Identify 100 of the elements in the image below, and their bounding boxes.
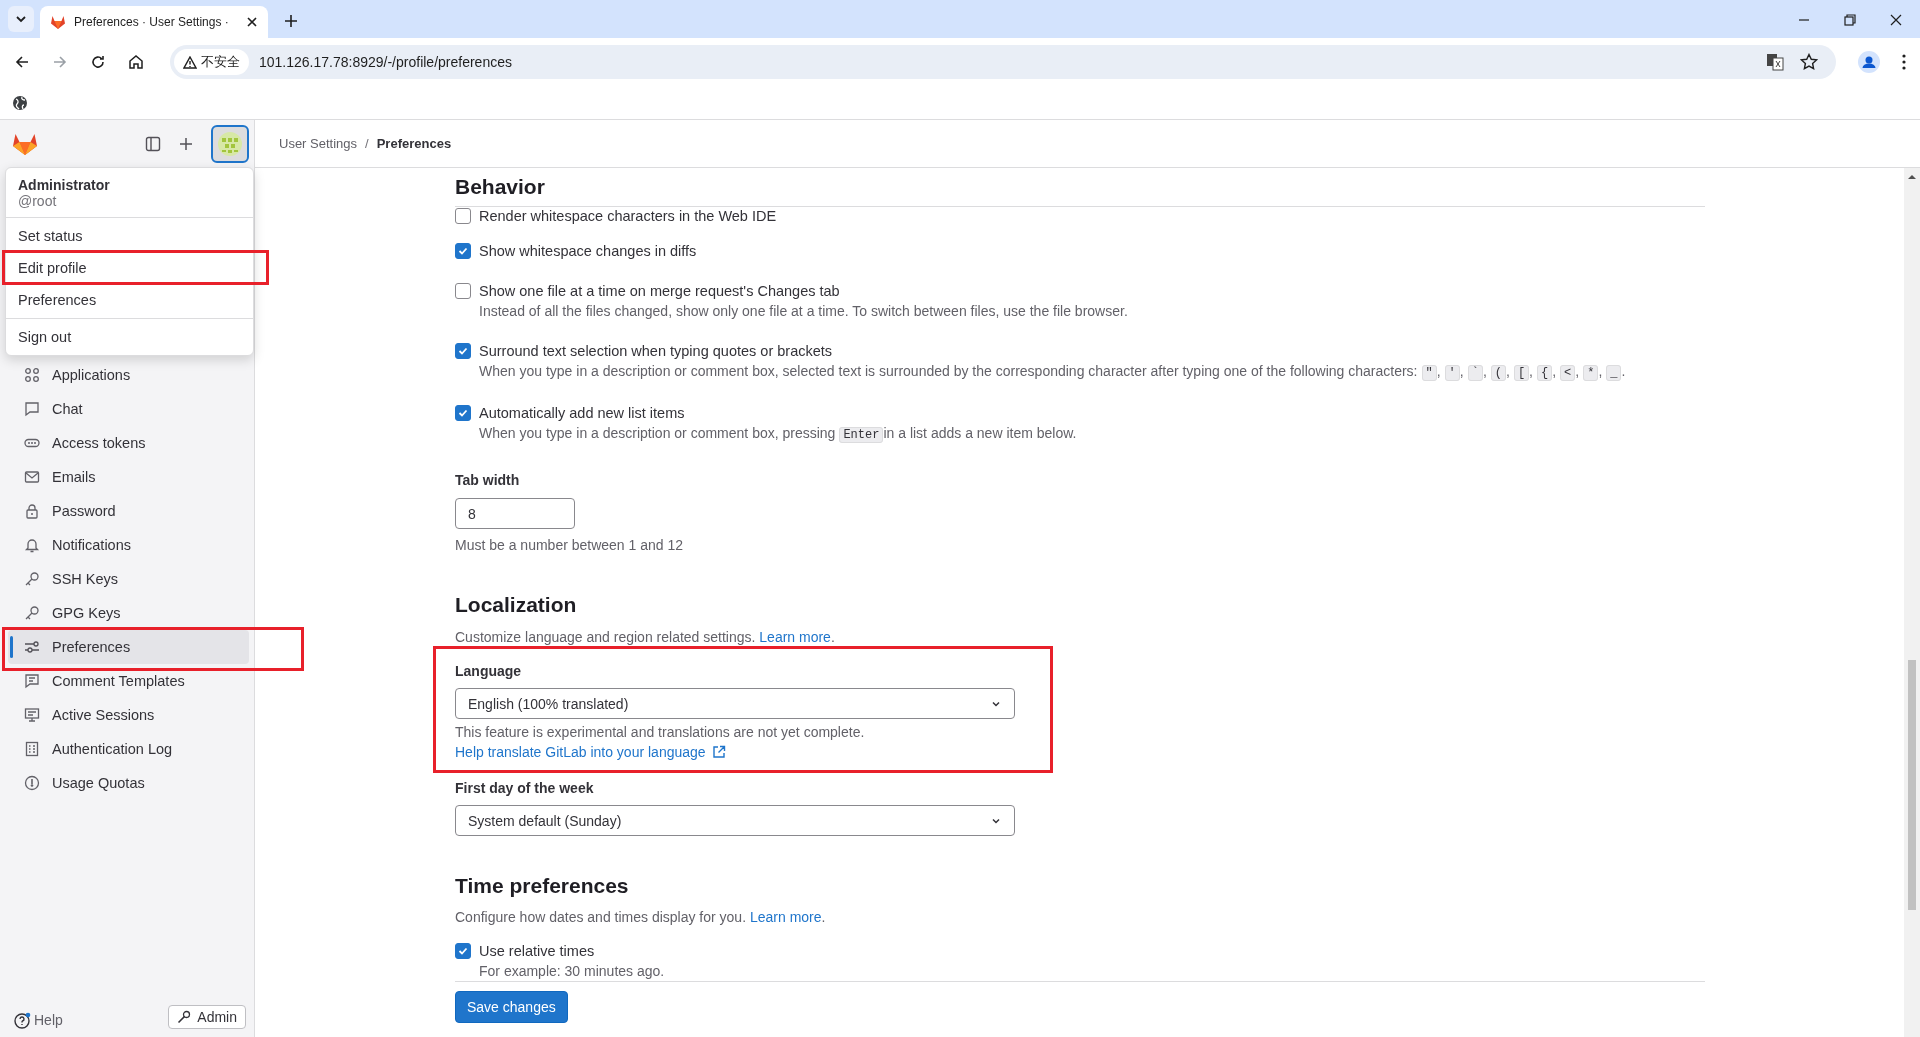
plus-icon[interactable] [179, 137, 193, 151]
code-snippet: [ [1513, 365, 1530, 381]
admin-button[interactable]: Admin [168, 1005, 246, 1029]
translate-link[interactable]: Help translate GitLab into your language [455, 742, 726, 762]
tab-search-button[interactable] [8, 6, 34, 32]
fox-logo-icon[interactable] [12, 132, 38, 156]
checkbox-label: Render whitespace characters in the Web IDE [479, 208, 777, 224]
sidebar-item[interactable]: Comment Templates [8, 664, 249, 698]
code-snippet: * [1583, 365, 1599, 381]
scrollbar-thumb[interactable] [1908, 660, 1916, 910]
code-snippet: { [1537, 365, 1553, 381]
learn-more-link[interactable]: Learn more [749, 909, 822, 925]
section-heading: Time preferences [455, 873, 630, 899]
address-bar[interactable]: 不安全 101.126.17.78:8929/-/profile/preferences [170, 45, 1836, 79]
checkbox-label: Surround text selection when typing quotes or brackets [479, 343, 833, 359]
forward-arrow-icon[interactable] [52, 54, 68, 70]
new-tab-icon[interactable] [284, 14, 298, 28]
more-icon[interactable] [1902, 54, 1906, 70]
sidebar-item[interactable]: Notifications [8, 528, 249, 562]
translate-icon[interactable] [1766, 53, 1784, 71]
help-text: , [1482, 363, 1487, 379]
restore-icon[interactable] [1844, 14, 1856, 26]
caret-icon [15, 13, 27, 25]
checkbox[interactable] [455, 283, 471, 299]
section-description: Configure how dates and times display for you. [455, 909, 747, 925]
sidebar-item[interactable]: Access tokens [8, 426, 249, 460]
field-label: Language [455, 662, 523, 681]
checkbox[interactable] [455, 343, 471, 359]
close-icon[interactable] [246, 16, 258, 28]
back-arrow-icon[interactable] [14, 54, 30, 70]
star-icon[interactable] [1800, 53, 1818, 71]
globe-icon[interactable] [12, 94, 28, 111]
checkmark-icon [458, 346, 468, 356]
code-snippet: " [1421, 365, 1437, 381]
help-link[interactable]: Help [14, 1010, 63, 1030]
sidebar-item[interactable]: Chat [8, 392, 249, 426]
punctuation: . [830, 629, 835, 645]
apps-icon [24, 367, 40, 383]
dropdown-select[interactable]: System default (Sunday) [455, 805, 1015, 836]
sidebar-item[interactable]: Emails [8, 460, 249, 494]
lock-icon [24, 503, 40, 519]
breadcrumb-separator: / [365, 136, 369, 151]
browser-tab[interactable]: Preferences · User Settings · [40, 6, 268, 38]
sidebar-item[interactable]: Password [8, 494, 249, 528]
checkmark-icon [458, 246, 468, 256]
menu-item[interactable]: Edit profile [6, 252, 253, 284]
sidebar-panel-icon[interactable] [145, 136, 161, 152]
breadcrumb-link[interactable]: User Settings [279, 136, 358, 151]
checkmark-icon [458, 408, 468, 418]
sidebar-item[interactable]: Preferences [8, 630, 249, 664]
sidebar-item[interactable]: Applications [8, 358, 249, 392]
help-icon [14, 1011, 31, 1029]
external-link-icon [711, 745, 726, 759]
fox-logo-icon [50, 14, 66, 30]
code-snippet: < [1560, 365, 1576, 381]
sidebar-item[interactable]: GPG Keys [8, 596, 249, 630]
key-icon [24, 571, 40, 587]
help-text: , [1529, 363, 1533, 379]
dropdown-select[interactable]: English (100% translated) [455, 688, 1015, 719]
sidebar-item[interactable]: Authentication Log [8, 732, 249, 766]
envelope-icon [24, 469, 40, 485]
checkbox-label: Automatically add new list items [479, 405, 685, 421]
checkbox[interactable] [455, 943, 471, 959]
chat-bubble-icon [24, 401, 40, 417]
close-icon[interactable] [1890, 14, 1902, 26]
profile-avatar-icon[interactable] [1858, 51, 1880, 73]
sidebar-item[interactable]: Usage Quotas [8, 766, 249, 800]
avatar-icon [218, 132, 242, 156]
code-snippet: ` [1467, 365, 1483, 381]
checkmark-icon [458, 946, 468, 956]
reload-icon[interactable] [90, 54, 106, 70]
sidebar-item[interactable]: Active Sessions [8, 698, 249, 732]
help-text: Must be a number between 1 and 12 [455, 536, 685, 555]
scrollbar[interactable] [1904, 168, 1920, 1037]
menu-item[interactable]: Sign out [6, 321, 253, 353]
security-chip[interactable]: 不安全 [174, 49, 249, 75]
checkbox[interactable] [455, 208, 471, 224]
punctuation: . [821, 909, 826, 925]
help-text: This feature is experimental and translations are not yet complete. [455, 723, 866, 742]
checkbox-label: Show whitespace changes in diffs [479, 243, 697, 259]
code-snippet: _ [1606, 365, 1622, 381]
save-changes-button[interactable]: Save changes [455, 991, 568, 1023]
section-heading: Behavior [455, 175, 545, 199]
wrench-icon [177, 1010, 192, 1024]
list-icon [24, 741, 40, 757]
user-avatar-button[interactable] [211, 125, 249, 163]
menu-item[interactable]: Set status [6, 220, 253, 252]
breadcrumb-link[interactable]: Preferences [376, 136, 452, 151]
checkbox[interactable] [455, 243, 471, 259]
learn-more-link[interactable]: Learn more [759, 629, 831, 645]
tab-width-input[interactable]: 8 [455, 498, 575, 529]
sidebar-item[interactable]: SSH Keys [8, 562, 249, 596]
gauge-icon [24, 775, 40, 791]
help-text: , [1459, 363, 1464, 379]
code-snippet: ( [1490, 365, 1506, 381]
menu-item[interactable]: Preferences [6, 284, 253, 316]
user-name: Administrator [18, 177, 111, 193]
checkbox[interactable] [455, 405, 471, 421]
bell-icon [24, 537, 40, 553]
home-icon[interactable] [128, 54, 144, 70]
